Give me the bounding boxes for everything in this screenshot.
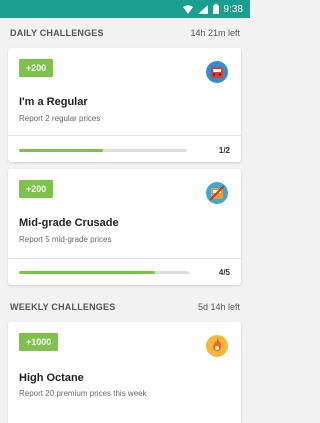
signal-icon xyxy=(197,4,208,14)
points-badge: +1000 xyxy=(19,333,59,351)
challenge-description: Report 20 premium prices this week xyxy=(19,389,147,398)
progress-fill xyxy=(19,149,103,152)
status-bar: 9:38 xyxy=(0,0,250,18)
weekly-challenges-header: WEEKLY CHALLENGES 5d 14h left xyxy=(0,292,250,322)
challenge-title: High Octane xyxy=(19,372,84,384)
challenge-title: I'm a Regular xyxy=(19,96,88,108)
midgrade-pump-icon xyxy=(205,181,229,205)
daily-time-left: 14h 21m left xyxy=(190,28,240,38)
card-divider xyxy=(8,135,241,136)
challenge-title: Mid-grade Crusade xyxy=(19,217,119,229)
premium-flame-icon xyxy=(205,334,229,358)
progress-fill xyxy=(19,271,155,274)
daily-challenges-header: DAILY CHALLENGES 14h 21m left xyxy=(0,18,250,48)
regular-pump-icon xyxy=(205,60,229,84)
challenge-card-regular[interactable]: +200 I'm a Regular Report 2 regular pric… xyxy=(8,48,241,162)
challenge-progress-bar xyxy=(19,271,189,274)
status-time: 9:38 xyxy=(223,3,243,15)
card-divider xyxy=(8,258,241,259)
challenge-card-high-octane[interactable]: +1000 High Octane Report 20 premium pric… xyxy=(8,322,241,423)
points-badge: +200 xyxy=(19,59,54,77)
weekly-challenges-title: WEEKLY CHALLENGES xyxy=(10,302,116,312)
battery-icon xyxy=(212,4,219,14)
progress-count: 1/2 xyxy=(218,146,230,155)
challenge-card-midgrade[interactable]: +200 Mid-grade Crusade Report 5 mid-grad… xyxy=(8,169,241,285)
progress-count: 4/5 xyxy=(218,268,230,277)
challenge-description: Report 2 regular prices xyxy=(19,114,101,123)
wifi-icon xyxy=(182,4,193,14)
daily-challenges-title: DAILY CHALLENGES xyxy=(10,28,104,38)
points-badge: +200 xyxy=(19,180,54,198)
challenge-description: Report 5 mid-grade prices xyxy=(19,235,112,244)
challenge-progress-bar xyxy=(19,149,187,152)
weekly-time-left: 5d 14h left xyxy=(197,302,240,312)
